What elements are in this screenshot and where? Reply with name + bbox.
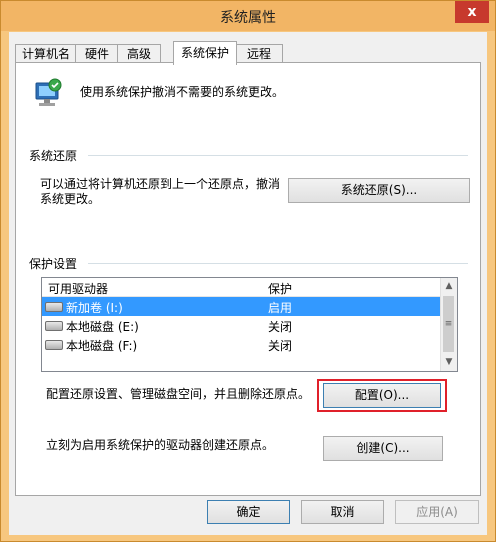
column-header-protection[interactable]: 保护 (268, 280, 292, 297)
drive-icon (45, 302, 63, 312)
restore-description-line: 系统更改。 (40, 192, 101, 206)
table-row[interactable]: 新加卷 (I:) 启用 (42, 297, 440, 316)
protection-settings-group-label: 保护设置 (29, 257, 78, 271)
table-row[interactable]: 本地磁盘 (E:) 关闭 (42, 316, 440, 335)
group-divider (88, 263, 468, 264)
create-description: 立刻为启用系统保护的驱动器创建还原点。 (46, 438, 275, 452)
restore-description-line: 可以通过将计算机还原到上一个还原点，撤消 (40, 177, 281, 191)
title-bar[interactable]: 系统属性 x (1, 1, 495, 31)
apply-button[interactable]: 应用(A) (395, 500, 479, 524)
restore-description: 可以通过将计算机还原到上一个还原点，撤消 系统更改。 (40, 177, 280, 207)
table-row[interactable]: 本地磁盘 (F:) 关闭 (42, 335, 440, 354)
drive-status: 启用 (268, 301, 293, 315)
group-divider (88, 155, 468, 156)
drive-name: 本地磁盘 (F:) (66, 339, 138, 353)
configure-description: 配置还原设置、管理磁盘空间，并且删除还原点。 (46, 387, 311, 401)
tab-computer-name[interactable]: 计算机名 (15, 44, 77, 64)
drive-icon (45, 321, 63, 331)
scroll-down-icon[interactable]: ▼ (441, 354, 457, 370)
dialog-client-area: 计算机名 硬件 高级 系统保护 远程 使用系统保护撤消不需要的系统更改。 系统还… (9, 32, 487, 535)
drive-name: 本地磁盘 (E:) (66, 320, 139, 334)
tab-system-protection[interactable]: 系统保护 (173, 41, 237, 65)
drive-status: 关闭 (268, 320, 293, 334)
highlight-box (317, 379, 447, 412)
tab-remote[interactable]: 远程 (235, 44, 283, 64)
system-properties-window: 系统属性 x 计算机名 硬件 高级 系统保护 远程 使用系统保护撤消不需要的系统… (0, 0, 496, 542)
close-button[interactable]: x (455, 1, 489, 23)
drive-name: 新加卷 (I:) (66, 301, 123, 315)
drive-status: 关闭 (268, 339, 293, 353)
cancel-button[interactable]: 取消 (301, 500, 384, 524)
drive-list[interactable]: 可用驱动器 保护 新加卷 (I:) 启用 本地磁盘 (E:) 关闭 本地磁盘 (… (41, 277, 458, 372)
window-title: 系统属性 (220, 10, 276, 26)
tab-advanced[interactable]: 高级 (117, 44, 161, 64)
system-restore-button[interactable]: 系统还原(S)... (288, 178, 470, 203)
create-button[interactable]: 创建(C)... (323, 436, 443, 461)
scroll-up-icon[interactable]: ▲ (441, 278, 457, 294)
scroll-thumb[interactable]: ≡ (443, 296, 454, 352)
tab-hardware[interactable]: 硬件 (75, 44, 119, 64)
system-restore-group-label: 系统还原 (29, 149, 78, 163)
drive-icon (45, 340, 63, 350)
list-header: 可用驱动器 保护 (42, 278, 440, 297)
computer-protection-icon (35, 78, 62, 106)
ok-button[interactable]: 确定 (207, 500, 290, 524)
column-header-drive[interactable]: 可用驱动器 (48, 280, 108, 297)
intro-text: 使用系统保护撤消不需要的系统更改。 (80, 85, 285, 99)
list-scrollbar[interactable]: ▲ ≡ ▼ (440, 278, 457, 371)
